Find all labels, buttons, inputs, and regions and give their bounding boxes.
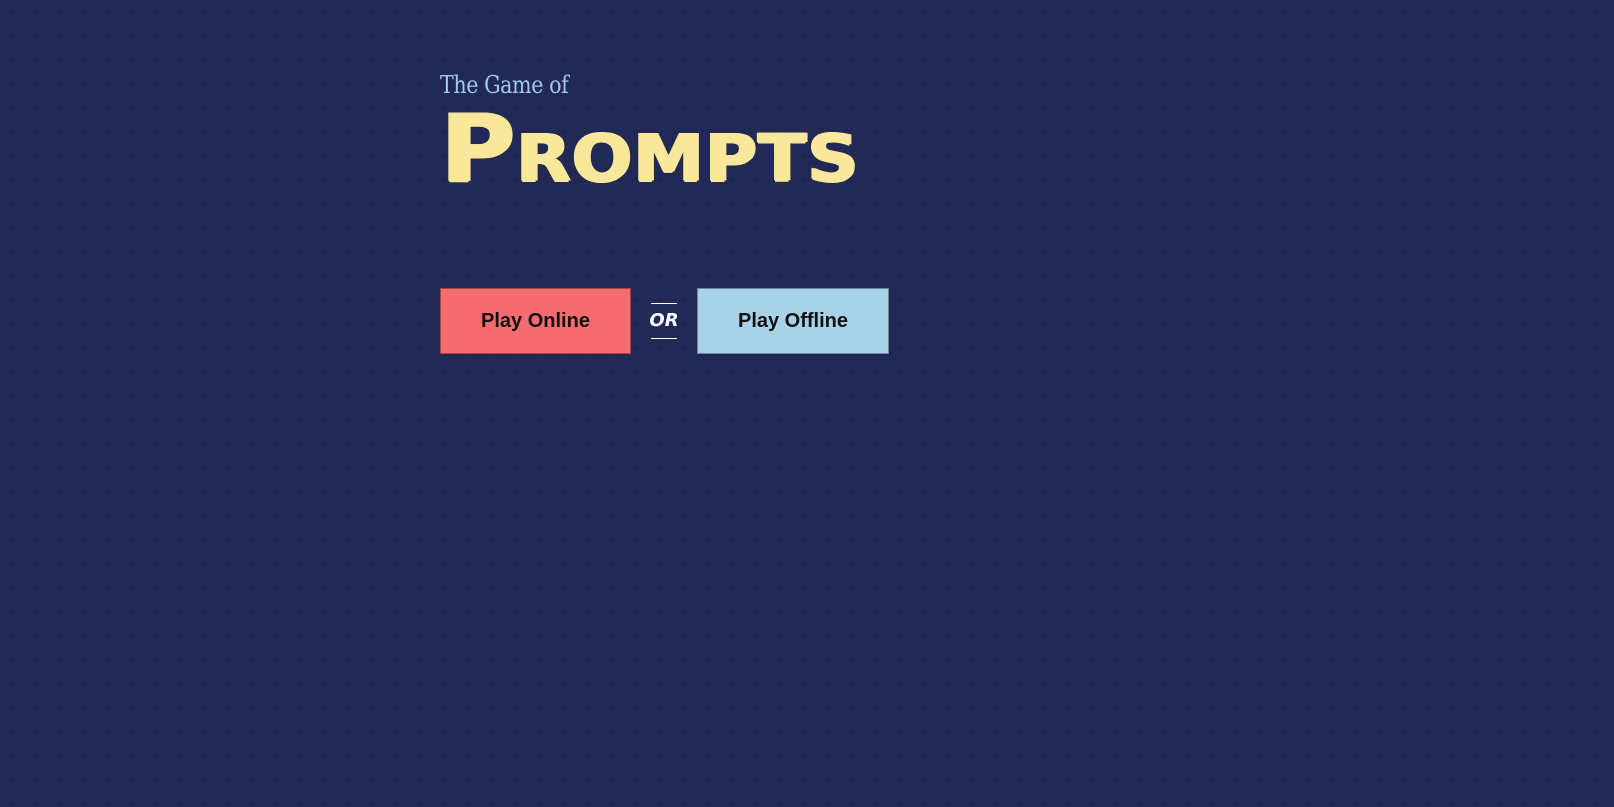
play-online-button[interactable]: Play Online <box>440 288 631 354</box>
play-offline-button[interactable]: Play Offline <box>697 288 889 354</box>
game-title: Prompts <box>440 93 860 204</box>
play-mode-actions: Play Online OR Play Offline <box>440 288 889 354</box>
or-separator: OR <box>649 303 679 339</box>
landing-header: The Game of Prompts <box>440 70 1160 202</box>
or-separator-bottom-line <box>651 338 677 339</box>
or-separator-label: OR <box>649 310 679 331</box>
